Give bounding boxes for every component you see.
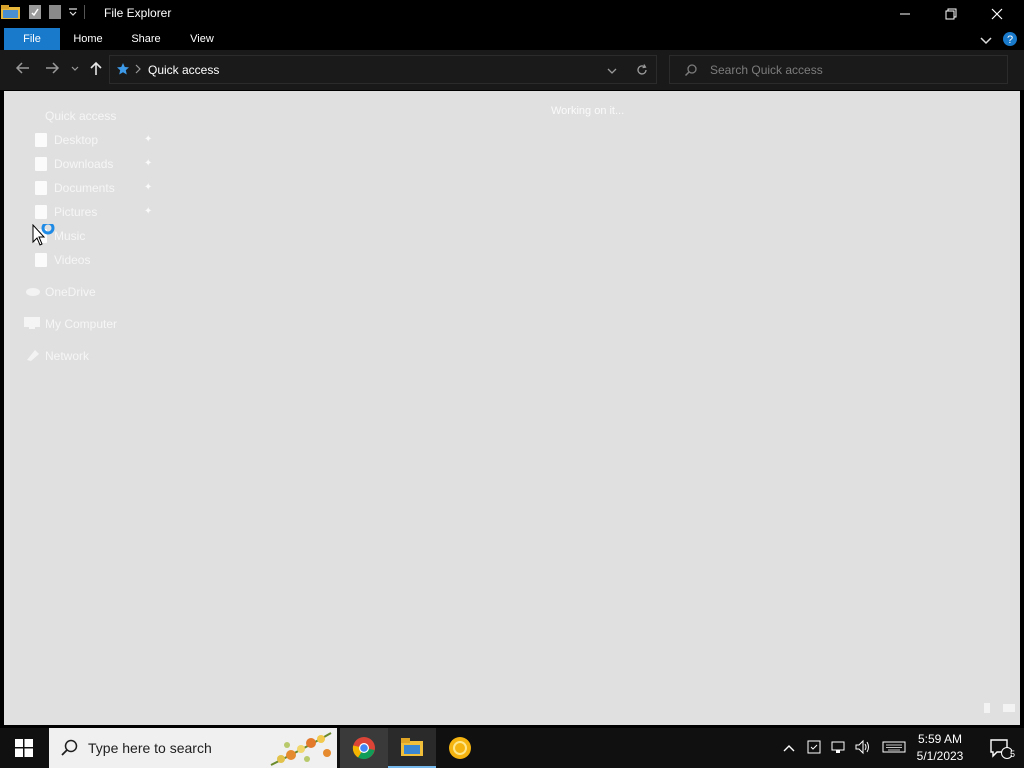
- pin-icon: ✦: [144, 134, 153, 145]
- window-title: File Explorer: [104, 6, 172, 20]
- network-icon: [25, 348, 41, 365]
- tab-view[interactable]: View: [178, 28, 226, 50]
- nav-item-onedrive[interactable]: OneDrive: [24, 281, 96, 303]
- nav-item-label: OneDrive: [45, 285, 96, 299]
- search-icon: [684, 63, 698, 82]
- title-bar: File Explorer: [0, 0, 1024, 28]
- clock-date: 5/1/2023: [916, 749, 964, 763]
- view-toggle: [982, 701, 1016, 719]
- screen: File Explorer File Home Share View ? Qui…: [0, 0, 1024, 768]
- svg-text:?: ?: [1007, 34, 1013, 46]
- nav-item-downloads[interactable]: Downloads: [35, 153, 113, 175]
- navigation-pane: Quick access Desktop ✦ Downloads ✦ Docum…: [4, 91, 159, 725]
- expand-ribbon-icon[interactable]: [980, 33, 992, 51]
- system-tray: [782, 728, 910, 768]
- close-button[interactable]: [974, 0, 1020, 28]
- clock[interactable]: 5:59 AM 5/1/2023: [908, 731, 972, 765]
- help-icon[interactable]: ?: [1002, 31, 1018, 52]
- computer-icon: [23, 316, 41, 333]
- tab-file[interactable]: File: [4, 28, 60, 50]
- restore-icon: [945, 8, 957, 20]
- pin-icon: ✦: [144, 158, 153, 169]
- nav-item-label: Downloads: [54, 157, 114, 171]
- downloads-folder-icon: [35, 157, 47, 171]
- tab-home[interactable]: Home: [64, 28, 112, 50]
- volume-icon[interactable]: [854, 739, 872, 758]
- nav-item-label: Videos: [54, 253, 91, 267]
- folder-icon: [0, 4, 22, 25]
- customize-toolbar-icon[interactable]: [68, 4, 78, 25]
- videos-folder-icon: [35, 253, 47, 267]
- pin-icon: ✦: [144, 182, 153, 193]
- nav-item-pictures[interactable]: Pictures: [35, 201, 97, 223]
- loading-status: Working on it...: [551, 105, 625, 117]
- nav-item-documents[interactable]: Documents: [35, 177, 115, 199]
- nav-item-label: My Computer: [45, 317, 118, 331]
- nav-item-desktop[interactable]: Desktop: [35, 129, 98, 151]
- security-icon[interactable]: [806, 739, 822, 758]
- keyboard-icon[interactable]: [882, 740, 906, 757]
- nav-item-label: Desktop: [54, 133, 99, 147]
- start-button[interactable]: [0, 728, 48, 768]
- cloud-icon: [24, 285, 41, 300]
- up-arrow-icon[interactable]: [88, 60, 104, 79]
- address-bar[interactable]: Quick access: [109, 55, 657, 84]
- minimize-button[interactable]: [882, 0, 928, 28]
- nav-item-label: Pictures: [54, 205, 98, 219]
- address-dropdown-icon[interactable]: [606, 64, 618, 82]
- breadcrumb-chevron-icon[interactable]: [134, 63, 142, 78]
- yellow-app-icon: [449, 737, 471, 759]
- quick-access-toolbar: [0, 4, 92, 24]
- search-box[interactable]: Search Quick access: [669, 55, 1008, 84]
- nav-item-network[interactable]: Network: [25, 345, 89, 367]
- breadcrumb-quick-access[interactable]: Quick access: [148, 63, 219, 77]
- taskbar-chrome[interactable]: [340, 728, 388, 768]
- folder-icon: [401, 738, 423, 756]
- search-icon: [60, 739, 78, 762]
- taskbar-file-explorer[interactable]: [388, 728, 436, 768]
- taskbar: Type here to search 5:59 AM 5/1/2023 5: [0, 728, 1024, 768]
- back-arrow-icon[interactable]: [15, 60, 31, 79]
- windows-logo-icon: [15, 739, 33, 757]
- separator-icon: [84, 4, 86, 25]
- chrome-icon: [352, 737, 375, 760]
- nav-item-my-computer[interactable]: My Computer: [23, 313, 117, 335]
- new-folder-icon[interactable]: [48, 4, 62, 25]
- search-input[interactable]: Search Quick access: [710, 63, 823, 77]
- show-hidden-icons-icon[interactable]: [782, 741, 796, 756]
- refresh-icon[interactable]: [635, 63, 649, 82]
- quick-access-label: Quick access: [45, 109, 117, 123]
- nav-item-label: Network: [45, 349, 90, 363]
- notification-count: 5: [1010, 749, 1016, 759]
- search-highlight-flowers-icon: [267, 729, 335, 768]
- busy-cursor-icon: [32, 221, 60, 253]
- nav-quick-access[interactable]: Quick access: [22, 105, 116, 127]
- network-tray-icon[interactable]: [830, 739, 846, 758]
- ribbon-tabs: File Home Share View ?: [0, 28, 1024, 50]
- restore-button[interactable]: [928, 0, 974, 28]
- clock-time: 5:59 AM: [917, 732, 963, 746]
- tab-share[interactable]: Share: [122, 28, 170, 50]
- details-view-icon[interactable]: [982, 701, 992, 719]
- desktop-folder-icon: [35, 133, 47, 147]
- forward-arrow-icon[interactable]: [44, 60, 60, 79]
- taskbar-search-text: Type here to search: [88, 740, 212, 756]
- close-icon: [991, 8, 1003, 20]
- pictures-folder-icon: [35, 205, 47, 219]
- content-area[interactable]: Quick access Desktop ✦ Downloads ✦ Docum…: [4, 91, 1020, 725]
- properties-icon[interactable]: [28, 4, 42, 25]
- quick-access-star-icon: [116, 62, 130, 81]
- nav-item-label: Documents: [54, 181, 115, 195]
- action-center-button[interactable]: 5: [976, 728, 1024, 768]
- taskbar-app-yellow[interactable]: [436, 728, 484, 768]
- documents-folder-icon: [35, 181, 47, 195]
- taskbar-search[interactable]: Type here to search: [49, 728, 337, 768]
- recent-locations-icon[interactable]: [70, 60, 80, 79]
- notification-icon: [990, 739, 1012, 759]
- pin-icon: ✦: [144, 206, 153, 217]
- large-icons-view-icon[interactable]: [1002, 701, 1016, 719]
- minimize-icon: [900, 13, 910, 15]
